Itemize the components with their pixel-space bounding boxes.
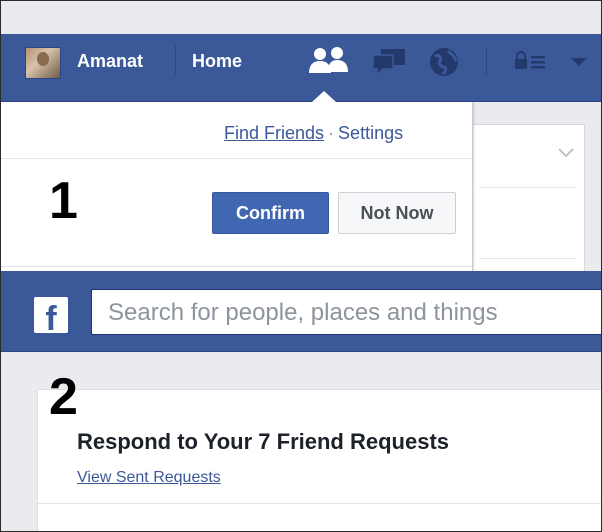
notifications-globe-icon[interactable] — [425, 45, 463, 79]
avatar[interactable] — [25, 47, 61, 79]
nav-divider — [175, 46, 176, 74]
panel-friend-requests-dropdown: Amanat Home Find Friends · Settings 1 Co… — [1, 1, 601, 271]
home-link[interactable]: Home — [192, 51, 242, 72]
link-separator: · — [328, 123, 335, 143]
find-friends-link[interactable]: Find Friends — [224, 123, 324, 143]
account-menu-caret-icon[interactable] — [569, 56, 589, 68]
chevron-down-icon[interactable] — [557, 147, 575, 159]
background-divider — [479, 258, 577, 259]
not-now-button[interactable]: Not Now — [338, 192, 456, 234]
step-number-1: 1 — [49, 172, 78, 230]
top-strip — [1, 1, 601, 34]
dropdown-pointer — [312, 91, 336, 102]
nav-divider-right — [486, 48, 487, 76]
profile-name-link[interactable]: Amanat — [77, 51, 143, 72]
privacy-shortcuts-icon[interactable] — [513, 51, 549, 71]
messages-icon[interactable] — [369, 45, 409, 79]
view-sent-requests-link[interactable]: View Sent Requests — [77, 469, 221, 487]
step-number-2: 2 — [49, 368, 78, 426]
dropdown-header-links: Find Friends · Settings — [224, 123, 403, 144]
dropdown-row-divider — [1, 266, 472, 267]
card-divider — [38, 503, 601, 504]
friend-requests-icon[interactable] — [306, 46, 352, 76]
screenshot-frame: Amanat Home Find Friends · Settings 1 Co… — [0, 0, 602, 532]
search-placeholder: Search for people, places and things — [108, 299, 498, 326]
search-input[interactable]: Search for people, places and things — [91, 289, 601, 335]
settings-link[interactable]: Settings — [338, 123, 403, 143]
background-divider — [479, 187, 577, 188]
friend-requests-heading: Respond to Your 7 Friend Requests — [77, 429, 450, 454]
dropdown-divider — [1, 158, 472, 159]
friend-requests-card — [37, 389, 601, 531]
facebook-logo-icon[interactable]: f — [34, 297, 68, 333]
confirm-button[interactable]: Confirm — [212, 192, 329, 234]
